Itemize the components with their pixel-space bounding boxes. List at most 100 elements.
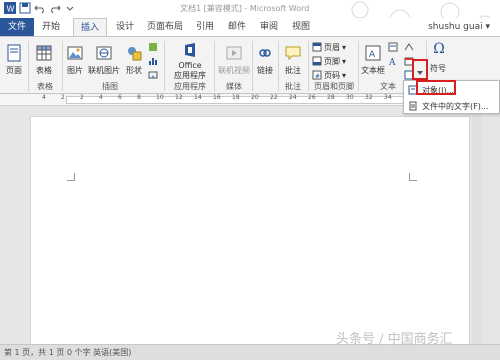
title-bar: W 文档1 [兼容模式] - Microsoft Word [0,0,500,33]
header-button[interactable]: 页眉 ▾ [312,41,346,53]
footer-button[interactable]: 页脚 ▾ [312,55,346,67]
margin-corner-top-right [409,173,417,181]
ruler-tick-label: 28 [327,94,335,101]
group-separator [164,41,165,91]
online-video-button[interactable]: 联机视频 [216,43,252,76]
user-name: shushu guai [428,22,483,32]
status-text: 第 1 页，共 1 页 0 个字 英语(美国) [4,348,132,357]
redo-icon[interactable] [49,2,61,14]
document-area [0,106,500,348]
tab-references[interactable]: 引用 [190,18,220,36]
group-label-header-footer: 页眉和页脚 [314,82,354,91]
pages-label: 页面 [6,66,22,75]
group-label-media: 媒体 [226,82,242,91]
ruler-tick-label: 26 [308,94,316,101]
ruler-tick-label: 30 [346,94,354,101]
document-icon [409,101,417,111]
footer-label: 页脚 [324,56,340,66]
page-number-label: 页码 [324,70,340,80]
ruler-tick-label: 12 [175,94,183,101]
link-icon [259,49,271,57]
app-store-label: 应用程序 [174,71,206,80]
ruler-tick-label: 8 [137,94,141,101]
ruler-tick-label: 18 [232,94,240,101]
quick-parts-icon [388,42,398,52]
textbox-button[interactable]: A 文本框 [360,43,386,76]
tab-design[interactable]: 设计 [110,18,140,36]
quick-parts-button[interactable] [388,41,398,53]
symbol-label: 符号 [430,64,446,73]
table-icon [36,45,52,61]
textbox-label: 文本框 [361,66,385,75]
comment-label: 批注 [285,66,301,75]
ruler-tick-label: 2 [61,94,65,101]
tab-file[interactable]: 文件 [0,18,34,36]
screenshot-button[interactable] [148,69,158,81]
tab-mailings[interactable]: 邮件 [222,18,252,36]
online-picture-label: 联机图片 [88,66,120,75]
word-app-icon[interactable]: W [4,2,16,14]
tab-review[interactable]: 审阅 [254,18,284,36]
tab-insert[interactable]: 插入 [73,18,107,36]
comment-button[interactable]: 批注 [282,43,304,76]
svg-text:A: A [369,50,376,60]
page-number-button[interactable]: # 页码 ▾ [312,69,346,81]
highlight-object-menu-item [416,80,456,95]
symbol-button[interactable]: Ω [428,41,450,59]
table-button[interactable]: 表格 [32,43,56,76]
group-label-illustrations: 插图 [102,82,118,91]
group-label-comments: 批注 [285,82,301,91]
textbox-icon: A [365,45,381,61]
signature-line-button[interactable] [404,41,414,53]
chart-icon [149,58,157,65]
page-number-icon: # [312,70,322,80]
undo-icon[interactable] [34,2,46,14]
picture-button[interactable]: 图片 [64,43,86,76]
save-icon[interactable] [19,2,31,14]
menu-item-text-from-file[interactable]: 文件中的文字(F)... [406,99,498,113]
pages-button[interactable]: 页面 [2,43,26,76]
wordart-icon: A [388,58,396,66]
tab-page-layout[interactable]: 页面布局 [142,18,188,36]
shapes-button[interactable]: 形状 [122,43,146,76]
wordart-button[interactable]: A [388,55,398,67]
menu-item-text-from-file-label: 文件中的文字(F)... [422,101,489,111]
user-account[interactable]: shushu guai ▾ [428,18,490,36]
smartart-icon [149,43,157,51]
tab-view[interactable]: 视图 [286,18,316,36]
tab-home[interactable]: 开始 [36,18,66,36]
svg-text:A: A [388,58,396,66]
links-button[interactable]: 链接 [254,43,276,76]
ruler-tick-label: 4 [99,94,103,101]
header-label: 页眉 [324,42,340,52]
ribbon-tab-bar: 文件 开始 插入 设计 页面布局 引用 邮件 审阅 视图 shushu guai… [0,18,500,36]
links-label: 链接 [257,66,273,75]
vertical-scrollbar[interactable] [472,106,482,344]
qat-customize-icon[interactable] [64,2,76,14]
group-separator [252,41,253,91]
ruler-tick-label: 22 [270,94,278,101]
ruler-tick-label: 16 [213,94,221,101]
office-apps-button[interactable]: Office 应用程序 [168,41,212,81]
group-separator [308,41,309,91]
smartart-button[interactable] [148,41,158,53]
shapes-icon [128,47,142,61]
svg-text:#: # [315,73,320,80]
group-separator [28,41,29,91]
omega-icon: Ω [433,41,445,57]
screenshot-icon [148,71,158,79]
chart-button[interactable] [148,55,158,67]
office-store-icon [185,43,195,57]
document-page[interactable] [30,116,470,348]
symbol-label-wrap: 符号 [426,63,450,74]
online-picture-button[interactable]: 联机图片 [86,43,122,76]
watermark: 头条号 / 中国商务汇 [336,332,453,347]
group-separator [358,41,359,91]
ruler-tick-label: 10 [156,94,164,101]
office-apps-label: Office [178,61,202,70]
group-separator [214,41,215,91]
group-separator [62,41,63,91]
group-separator [278,41,279,91]
comment-icon [285,46,301,61]
table-label: 表格 [36,66,52,75]
